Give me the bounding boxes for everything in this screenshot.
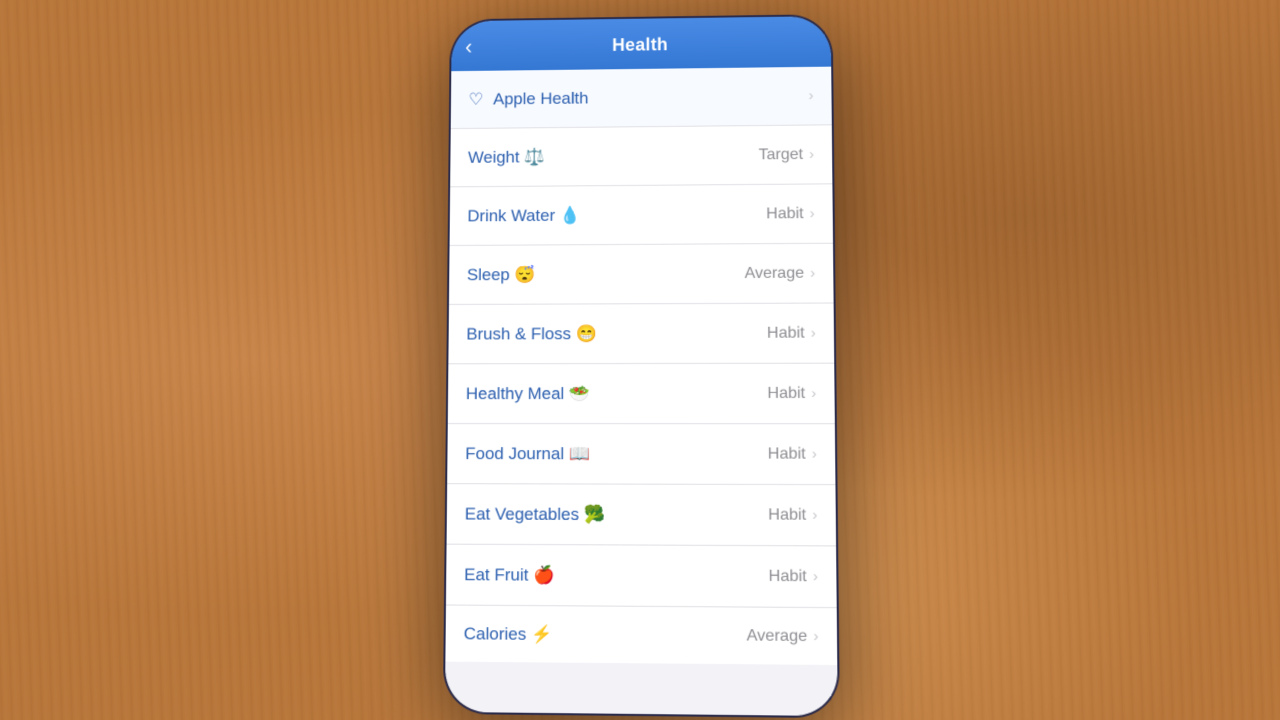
item-badge-calories: Average (746, 627, 807, 646)
list-item-food-journal[interactable]: Food Journal 📖 Habit › (447, 424, 835, 485)
item-badge-drink-water: Habit (766, 205, 804, 223)
item-left-brush-floss: Brush & Floss 😁 (466, 323, 767, 344)
item-left-eat-fruit: Eat Fruit 🍎 (464, 564, 769, 586)
item-right-apple-health: › (806, 87, 813, 104)
list-item-drink-water[interactable]: Drink Water 💧 Habit › (450, 184, 833, 246)
item-badge-sleep: Average (744, 264, 804, 282)
item-title-healthy-meal: Healthy Meal 🥗 (466, 384, 590, 404)
item-badge-food-journal: Habit (768, 445, 806, 463)
item-left-drink-water: Drink Water 💧 (467, 204, 766, 226)
item-right-calories: Average › (746, 627, 818, 646)
item-title-weight: Weight ⚖️ (468, 147, 545, 167)
item-left-healthy-meal: Healthy Meal 🥗 (466, 383, 768, 403)
item-badge-eat-vegetables: Habit (768, 506, 806, 524)
chevron-icon-weight: › (809, 146, 814, 163)
page-title: Health (612, 34, 668, 55)
item-badge-eat-fruit: Habit (769, 567, 807, 586)
item-right-sleep: Average › (744, 264, 815, 282)
item-title-eat-fruit: Eat Fruit 🍎 (464, 564, 554, 585)
item-title-brush-floss: Brush & Floss 😁 (466, 324, 597, 344)
list-item-healthy-meal[interactable]: Healthy Meal 🥗 Habit › (448, 364, 835, 425)
item-right-weight: Target › (759, 146, 815, 164)
chevron-icon-eat-vegetables: › (812, 506, 817, 523)
chevron-icon-eat-fruit: › (813, 568, 818, 585)
item-right-healthy-meal: Habit › (767, 384, 816, 402)
item-right-drink-water: Habit › (766, 205, 815, 223)
list-item-eat-vegetables[interactable]: Eat Vegetables 🥦 Habit › (447, 484, 837, 546)
item-left-eat-vegetables: Eat Vegetables 🥦 (465, 504, 769, 525)
phone-screen: ‹ Health ♡ Apple Health › (445, 16, 838, 716)
list-item-brush-floss[interactable]: Brush & Floss 😁 Habit › (448, 304, 834, 365)
chevron-icon-healthy-meal: › (811, 385, 816, 402)
item-title-drink-water: Drink Water 💧 (467, 205, 580, 225)
item-left-calories: Calories ⚡ (464, 623, 747, 646)
phone-device: ‹ Health ♡ Apple Health › (443, 14, 840, 718)
list-item-eat-fruit[interactable]: Eat Fruit 🍎 Habit › (446, 545, 837, 609)
chevron-icon-brush-floss: › (811, 325, 816, 342)
back-icon: ‹ (465, 34, 472, 59)
item-right-eat-fruit: Habit › (769, 567, 819, 586)
list-item-weight[interactable]: Weight ⚖️ Target › (450, 125, 832, 187)
item-left: ♡ Apple Health (468, 86, 806, 109)
item-title-calories: Calories ⚡ (464, 623, 553, 644)
item-right-food-journal: Habit › (768, 445, 817, 463)
item-title-sleep: Sleep 😴 (467, 265, 535, 285)
navigation-bar: ‹ Health (451, 16, 831, 71)
list-section: ♡ Apple Health › Weight ⚖️ Targe (445, 67, 837, 665)
list-item-apple-health[interactable]: ♡ Apple Health › (451, 67, 832, 129)
heart-icon: ♡ (468, 90, 483, 109)
phone-body: ‹ Health ♡ Apple Health › (443, 14, 840, 718)
item-badge-weight: Target (759, 146, 804, 164)
chevron-icon: › (808, 87, 813, 104)
item-title-apple-health: Apple Health (493, 88, 588, 108)
item-right-eat-vegetables: Habit › (768, 506, 817, 525)
item-right-brush-floss: Habit › (767, 324, 816, 342)
item-title-food-journal: Food Journal 📖 (465, 444, 590, 464)
chevron-icon-food-journal: › (812, 445, 817, 462)
item-left-weight: Weight ⚖️ (468, 145, 759, 167)
chevron-icon-sleep: › (810, 265, 815, 282)
item-badge-brush-floss: Habit (767, 324, 805, 342)
list-item-sleep[interactable]: Sleep 😴 Average › (449, 244, 834, 305)
back-button[interactable]: ‹ (465, 34, 472, 59)
item-title-eat-vegetables: Eat Vegetables 🥦 (465, 504, 605, 525)
chevron-icon-calories: › (813, 628, 818, 646)
item-badge-healthy-meal: Habit (767, 384, 805, 402)
list-item-calories[interactable]: Calories ⚡ Average › (445, 606, 837, 666)
chevron-icon-drink-water: › (810, 205, 815, 222)
settings-list: ♡ Apple Health › Weight ⚖️ Targe (445, 67, 838, 716)
item-left-sleep: Sleep 😴 (467, 264, 745, 285)
item-left-food-journal: Food Journal 📖 (465, 444, 768, 465)
